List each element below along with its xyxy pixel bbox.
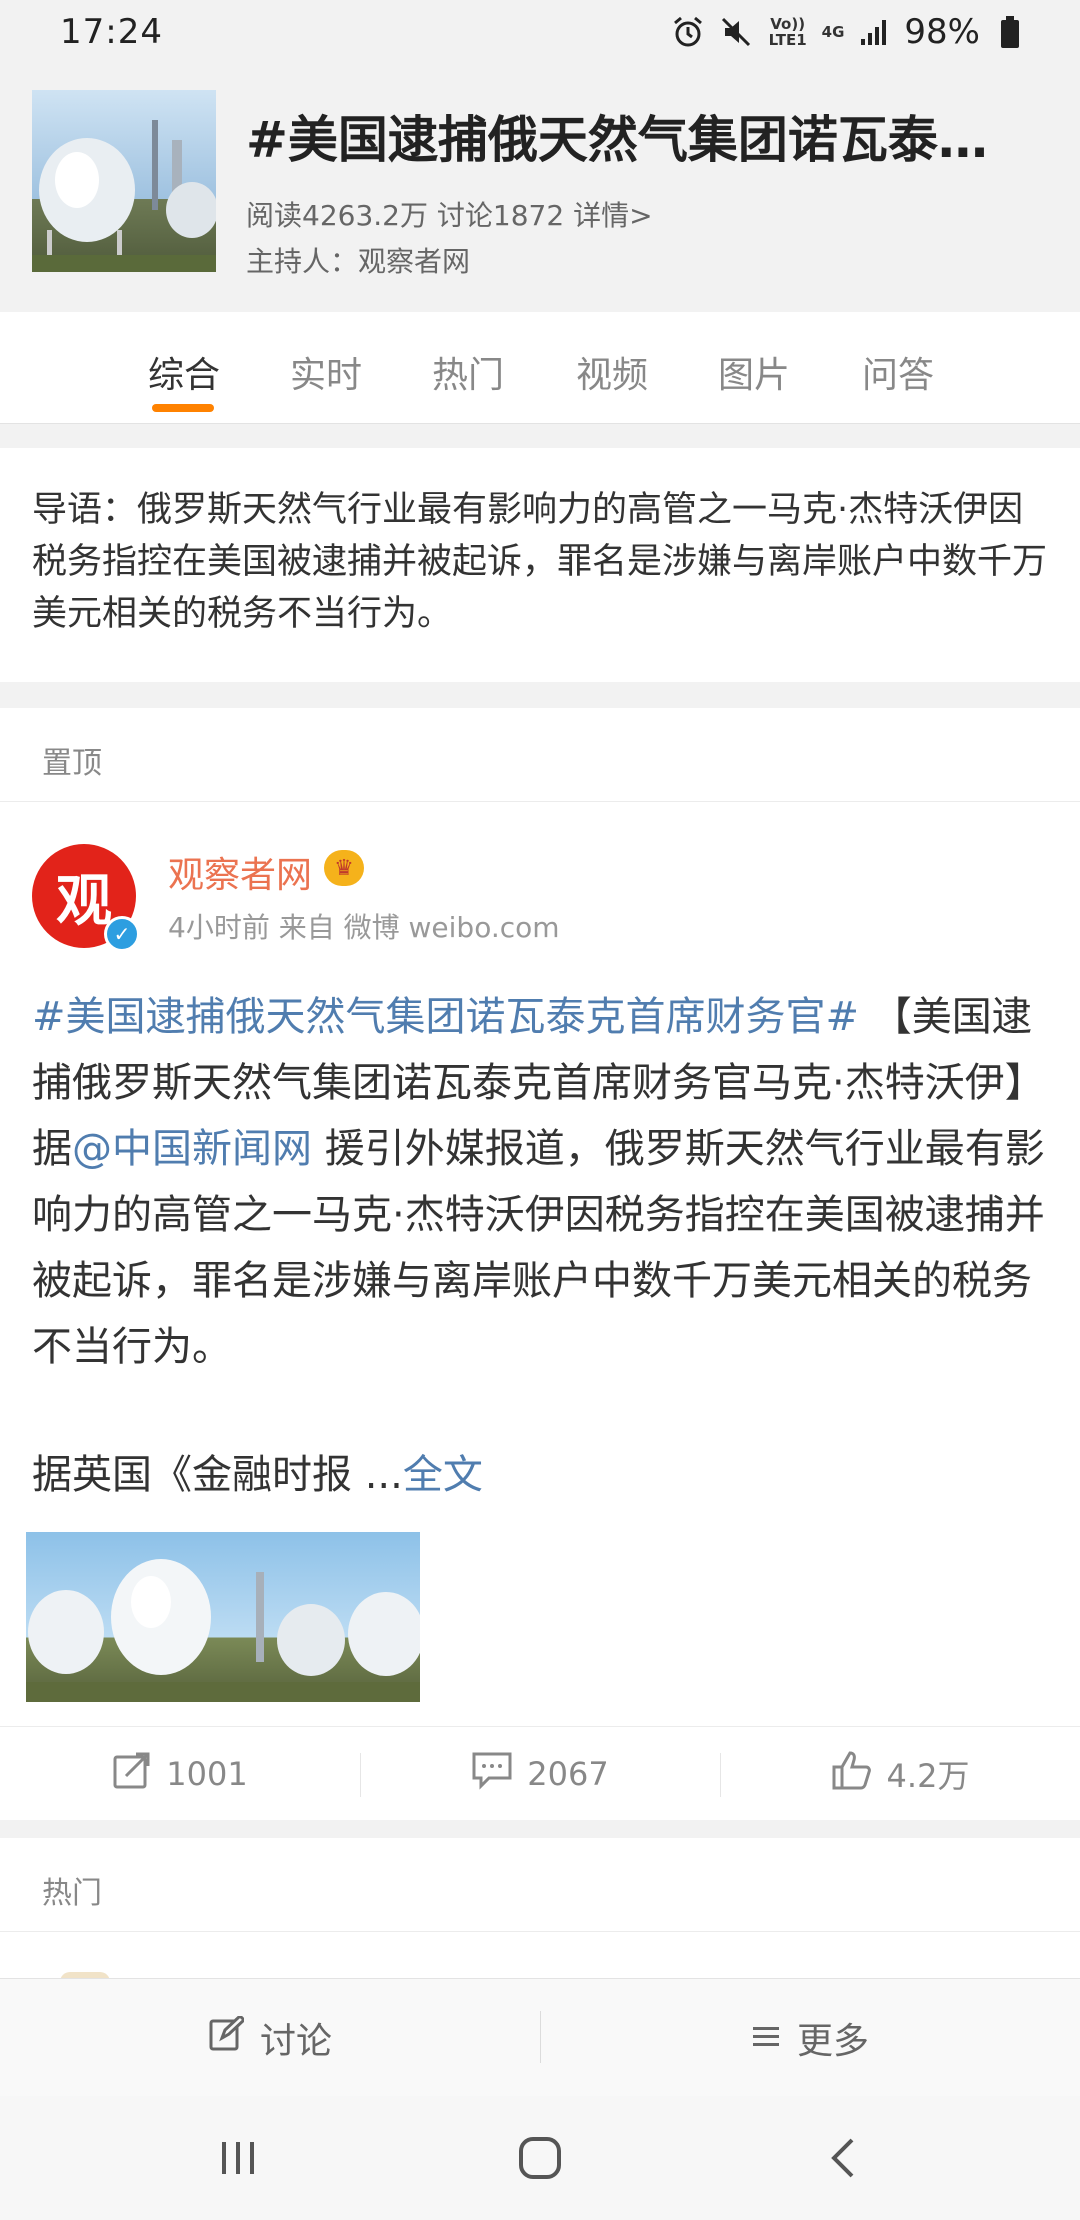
tab-qa[interactable]: 问答 — [862, 346, 934, 398]
post-hashtag-link[interactable]: #美国逮捕俄天然气集团诺瓦泰克首席财务官# — [32, 994, 859, 1040]
signal-icon — [856, 14, 892, 50]
status-icons: Vo)) LTE1 4G 98% — [670, 12, 1028, 52]
more-button[interactable]: 更多 — [540, 1979, 1080, 2097]
system-nav-bar — [0, 2096, 1080, 2220]
lead-text: 导语：俄罗斯天然气行业最有影响力的高管之一马克·杰特沃伊因税务指控在美国被逮捕并… — [32, 490, 1048, 634]
status-time: 17:24 — [60, 12, 163, 52]
post-image[interactable] — [26, 1532, 420, 1702]
tab-video[interactable]: 视频 — [576, 346, 648, 398]
recent-apps-icon[interactable] — [198, 2126, 278, 2190]
topic-details-link[interactable]: 详情> — [573, 199, 652, 232]
mute-icon — [718, 14, 754, 50]
comment-button[interactable]: 2067 — [360, 1727, 720, 1821]
tab-pictures[interactable]: 图片 — [718, 346, 790, 398]
bottom-toolbar: 讨论 更多 — [0, 1978, 1080, 2096]
verified-badge-icon: ✓ — [104, 916, 140, 952]
pinned-label: 置顶 — [42, 746, 102, 781]
vip-crown-icon: ♛ — [324, 850, 364, 886]
comment-icon — [471, 1750, 513, 1798]
topic-discussions: 讨论1872 — [436, 199, 565, 232]
mention-link[interactable]: @中国新闻网 — [72, 1126, 312, 1172]
back-icon[interactable] — [804, 2126, 884, 2190]
pinned-post[interactable]: 观 ✓ 观察者网 ♛ 4小时前 来自 微博 weibo.com #美国逮捕俄天然… — [0, 802, 1080, 1726]
post-meta: 4小时前 来自 微博 weibo.com — [168, 911, 560, 944]
author-name[interactable]: 观察者网 — [168, 846, 312, 898]
tab-comprehensive[interactable]: 综合 — [148, 346, 220, 398]
discuss-label: 讨论 — [259, 2021, 332, 2062]
discuss-button[interactable]: 讨论 — [0, 1979, 540, 2097]
next-post-preview — [0, 1932, 1080, 1982]
network-type: 4G — [821, 23, 845, 41]
topic-reads: 阅读4263.2万 — [246, 199, 428, 232]
thumbs-up-icon — [831, 1749, 873, 1799]
hot-label: 热门 — [42, 1876, 102, 1911]
battery-icon — [992, 14, 1028, 50]
tab-bar: 综合 实时 热门 视频 图片 问答 — [0, 312, 1080, 424]
like-count: 4.2万 — [886, 1757, 970, 1795]
topic-header: #美国逮捕俄天然气集团诺瓦泰… 阅读4263.2万 讨论1872 详情> 主持人… — [0, 64, 1080, 312]
topic-title: #美国逮捕俄天然气集团诺瓦泰… — [246, 111, 988, 169]
menu-icon — [751, 2018, 781, 2059]
hot-section-header: 热门 — [0, 1838, 1080, 1932]
battery-percent: 98% — [904, 12, 980, 52]
repost-button[interactable]: 1001 — [0, 1727, 360, 1821]
post-truncated-line: 据英国《金融时报 ...全文 — [32, 1442, 483, 1500]
tab-realtime[interactable]: 实时 — [290, 346, 362, 398]
volte-label: Vo)) LTE1 — [768, 15, 807, 49]
home-icon[interactable] — [500, 2126, 580, 2190]
active-tab-indicator — [152, 404, 214, 412]
full-text-link[interactable]: 全文 — [403, 1452, 483, 1498]
weibo-topic-page: 17:24 Vo)) LTE1 4G 98% #美国逮捕俄天然气集团诺瓦泰… 阅… — [0, 0, 1080, 2220]
tab-hot[interactable]: 热门 — [432, 346, 504, 398]
pinned-section-header: 置顶 — [0, 708, 1080, 802]
more-label: 更多 — [796, 2021, 869, 2062]
post-truncated-text: 据英国《金融时报 ... — [32, 1452, 403, 1498]
repost-icon — [112, 1750, 152, 1798]
edit-icon — [208, 2013, 247, 2061]
repost-count: 1001 — [166, 1755, 248, 1793]
post-actions: 1001 2067 4.2万 — [0, 1726, 1080, 1820]
alarm-icon — [670, 14, 706, 50]
post-body: #美国逮捕俄天然气集团诺瓦泰克首席财务官# 【美国逮捕俄罗斯天然气集团诺瓦泰克首… — [32, 984, 1052, 1380]
topic-thumbnail[interactable] — [32, 90, 216, 272]
status-bar: 17:24 Vo)) LTE1 4G 98% — [0, 0, 1080, 64]
topic-stats: 阅读4263.2万 讨论1872 详情> — [246, 194, 653, 234]
topic-host: 主持人：观察者网 — [246, 245, 471, 278]
topic-lead: 导语：俄罗斯天然气行业最有影响力的高管之一马克·杰特沃伊因税务指控在美国被逮捕并… — [0, 448, 1080, 682]
comment-count: 2067 — [527, 1755, 609, 1793]
like-button[interactable]: 4.2万 — [720, 1727, 1080, 1821]
